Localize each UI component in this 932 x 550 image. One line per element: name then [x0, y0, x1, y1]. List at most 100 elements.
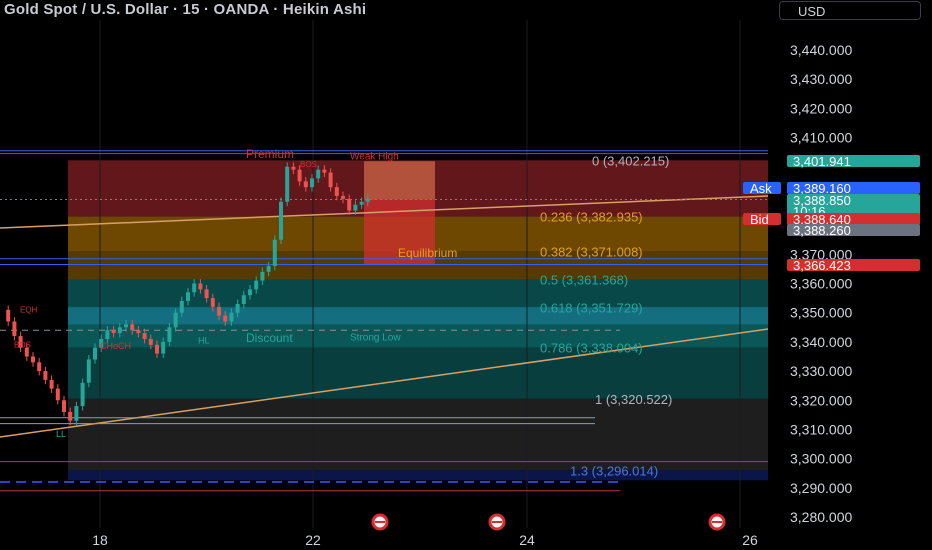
candle-body [49, 379, 54, 389]
candle-body [86, 359, 91, 383]
price-tick-label: 3,280.000 [790, 509, 852, 525]
candle-body [291, 166, 296, 170]
candle-body [217, 306, 221, 316]
candle-body [210, 298, 215, 307]
candle-body [297, 169, 302, 182]
time-tick-label: 18 [92, 532, 108, 548]
chart-annotation: LL [56, 429, 66, 439]
time-axis[interactable]: 18 22 24 26 [92, 513, 758, 548]
candle-body [303, 181, 308, 188]
discount-highlight [68, 306, 768, 325]
candle-body [347, 198, 352, 211]
chart-annotation: EQH [20, 306, 38, 315]
fib-label: 0.236 (3,382.935) [540, 210, 643, 225]
candle-body [136, 330, 141, 334]
candle-body [204, 289, 209, 299]
candle-body [155, 344, 159, 354]
candle-body [105, 330, 110, 339]
price-tick-label: 3,350.000 [790, 305, 852, 321]
candle-body [111, 330, 116, 334]
fib-label: 1.3 (3,296.014) [570, 463, 658, 478]
chart-annotation: HL [198, 335, 210, 345]
candle-body [285, 166, 290, 202]
price-tick-label: 3,300.000 [790, 451, 852, 467]
fib-band [68, 279, 768, 308]
chart-annotation: Discount [246, 331, 293, 345]
fib-band [68, 398, 768, 471]
time-tick-label: 24 [519, 532, 535, 548]
candle-body [37, 362, 42, 372]
price-label-tag: Bid [750, 212, 769, 227]
price-tick-label: 3,430.000 [790, 71, 852, 87]
candle-body [235, 303, 240, 313]
price-tick-label: 3,320.000 [790, 392, 852, 408]
candle-body [43, 371, 48, 380]
candle-body [365, 198, 370, 202]
candle-body [272, 239, 277, 267]
candle-body [167, 327, 172, 342]
fib-label: 0.618 (3,351.729) [540, 301, 643, 316]
candle-body [254, 280, 259, 290]
candle-body [279, 201, 283, 240]
candle-body [55, 388, 60, 401]
price-tick-label: 3,360.000 [790, 276, 852, 292]
fib-label: 0.382 (3,371.008) [540, 244, 643, 259]
candle-body [186, 292, 190, 302]
fib-label: 0.786 (3,338.004) [540, 341, 643, 356]
price-label-value: 3,366.423 [793, 258, 851, 273]
candle-body [316, 169, 321, 179]
candle-body [130, 324, 135, 331]
price-tick-label: 3,410.000 [790, 130, 852, 146]
price-label-tag: Ask [750, 181, 772, 196]
chart-annotation: Strong Low [350, 332, 401, 343]
candle-body [260, 271, 265, 281]
price-tick-label: 3,420.000 [790, 100, 852, 116]
candle-body [359, 201, 364, 205]
candle-body [322, 169, 327, 173]
candle-body [266, 266, 271, 272]
price-label-value: 3,388.260 [793, 223, 851, 238]
candle-body [68, 411, 73, 421]
fib-label: 0.5 (3,361.368) [540, 273, 628, 288]
candle-body [328, 172, 333, 188]
chart-canvas[interactable]: 0 (3,402.215) 0.236 (3,382.935) 0.382 (3,3… [0, 0, 932, 550]
candle-body [6, 309, 11, 322]
price-axis[interactable]: 3,440.0003,430.0003,420.0003,410.0003,37… [770, 20, 932, 528]
chart-annotation: BOS [300, 160, 317, 169]
candle-body [62, 400, 66, 412]
candle-body [142, 333, 147, 339]
candle-body [334, 187, 339, 196]
price-tick-label: 3,440.000 [790, 42, 852, 58]
candle-body [223, 315, 228, 322]
candle-body [12, 321, 17, 337]
candle-body [341, 195, 345, 199]
candle-body [310, 178, 314, 188]
candle-body [124, 324, 128, 328]
chart-annotation: Equilibrium [398, 246, 457, 260]
candle-body [241, 295, 246, 304]
fib-label: 0 (3,402.215) [592, 153, 669, 168]
candle-body [31, 356, 35, 363]
candle-body [148, 338, 153, 345]
candle-body [248, 289, 252, 296]
chart-annotation: Weak High [350, 151, 399, 162]
candle-body [117, 327, 122, 334]
price-tick-label: 3,340.000 [790, 334, 852, 350]
candle-body [80, 382, 85, 407]
price-tick-label: 3,330.000 [790, 363, 852, 379]
fib-band-tail [68, 470, 768, 481]
candle-body [93, 347, 97, 360]
price-tick-label: 3,290.000 [790, 480, 852, 496]
candle-body [173, 312, 178, 328]
position-box-entry [364, 161, 435, 200]
time-tick-label: 22 [305, 532, 321, 548]
candle-body [74, 406, 79, 421]
candle-body [353, 204, 358, 211]
price-label-value: 3,401.941 [793, 154, 851, 169]
candle-body [161, 341, 166, 354]
candle-body [192, 283, 197, 293]
candle-body [198, 283, 203, 290]
candle-body [179, 301, 184, 313]
candle-body [229, 312, 234, 322]
chart-annotation: Premium [246, 147, 294, 161]
